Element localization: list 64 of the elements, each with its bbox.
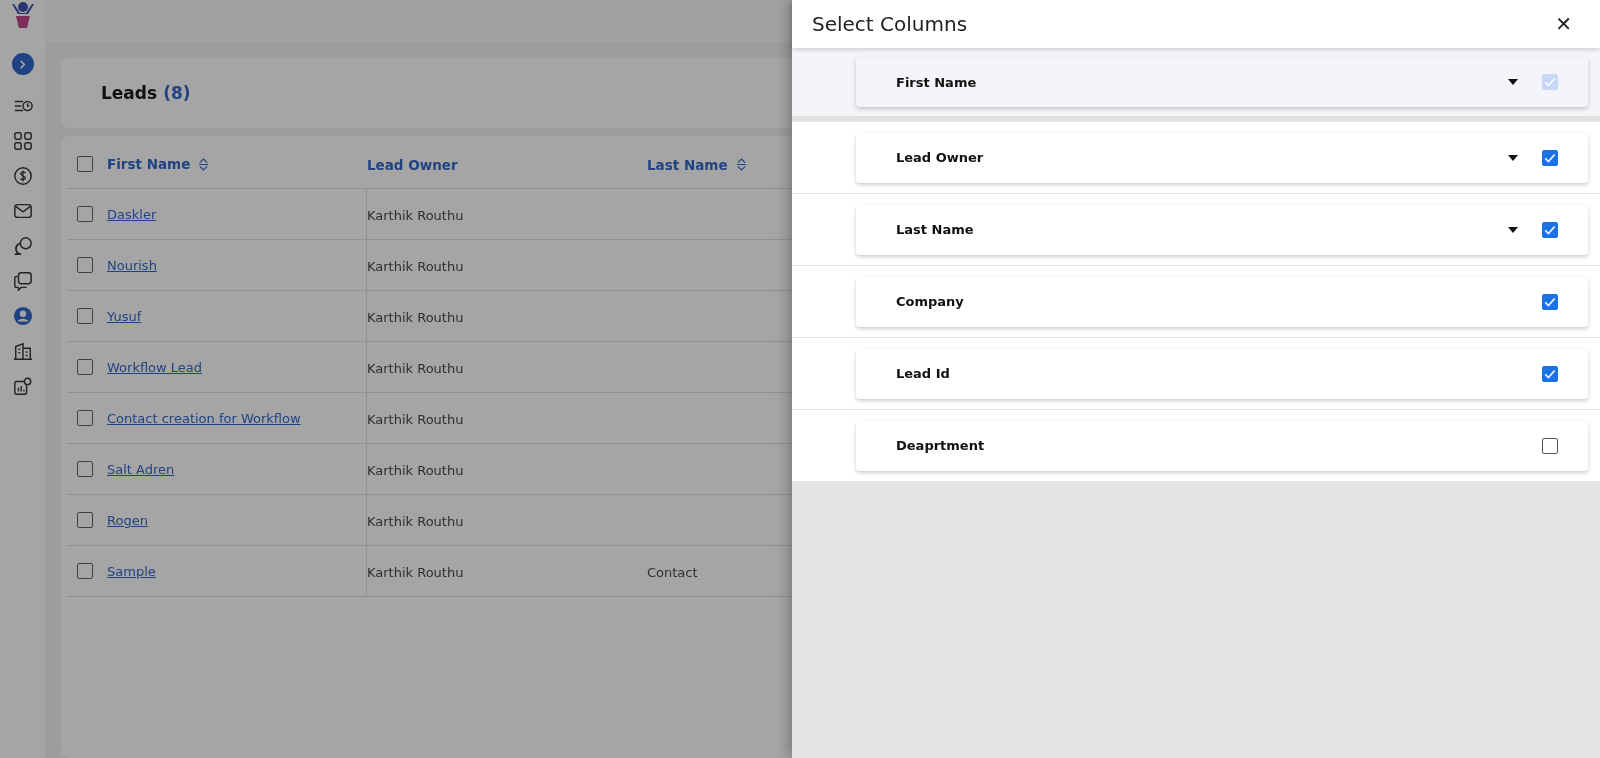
- leads-count: (8): [163, 83, 191, 103]
- lead-name-link[interactable]: Sample: [107, 563, 156, 579]
- column-label: First Name: [896, 74, 978, 90]
- table-cell: Contact: [647, 564, 698, 580]
- checkbox[interactable]: [77, 257, 93, 273]
- lead-name-link[interactable]: Contact creation for Workflow: [107, 410, 301, 426]
- checkbox[interactable]: [77, 410, 93, 426]
- column-header[interactable]: Lead Owner: [367, 156, 458, 173]
- column-label: Last Name: [896, 222, 975, 237]
- checkbox[interactable]: [77, 461, 93, 477]
- checkbox[interactable]: [77, 359, 93, 375]
- drawer-title: Select Columns: [812, 12, 968, 36]
- checkbox[interactable]: [77, 308, 93, 324]
- checkbox[interactable]: [1542, 437, 1558, 454]
- column-label: Deaprtment: [896, 438, 986, 453]
- lead-name-link[interactable]: Workflow Lead: [107, 359, 203, 375]
- column-card[interactable]: Lead Id: [856, 348, 1588, 399]
- table-cell: Karthik Routhu: [367, 207, 464, 223]
- table-cell: Karthik Routhu: [367, 513, 464, 529]
- column-card[interactable]: Last Name: [856, 204, 1588, 255]
- user-icon[interactable]: [12, 306, 33, 326]
- grid-icon[interactable]: [12, 131, 33, 151]
- table-cell: Karthik Routhu: [367, 309, 464, 325]
- sort-icon[interactable]: [735, 158, 747, 171]
- lead-name-link[interactable]: Yusuf: [107, 308, 142, 324]
- table-cell: Karthik Routhu: [367, 462, 464, 478]
- envelope-icon[interactable]: [12, 201, 33, 221]
- checkbox[interactable]: [77, 156, 93, 172]
- column-label: Company: [896, 294, 965, 309]
- checkbox[interactable]: [77, 563, 93, 579]
- lead-name-link[interactable]: Rogen: [107, 512, 148, 528]
- lead-name-link[interactable]: Daskler: [107, 206, 157, 222]
- sort-icon[interactable]: [198, 157, 210, 171]
- chevron-icon: [18, 59, 27, 69]
- chart-gear-icon[interactable]: [12, 376, 33, 396]
- column-card[interactable]: Deaprtment: [856, 420, 1588, 471]
- table-cell: Karthik Routhu: [367, 258, 464, 274]
- leads-title: Leads: [101, 83, 158, 103]
- column-label: Lead Id: [896, 366, 951, 381]
- message-icon[interactable]: [12, 271, 33, 291]
- checkbox[interactable]: [77, 512, 93, 528]
- column-card[interactable]: Company: [856, 276, 1588, 327]
- table-cell: Karthik Routhu: [367, 411, 464, 427]
- table-cell: Karthik Routhu: [367, 360, 464, 376]
- column-header[interactable]: Last Name: [647, 156, 747, 173]
- checkbox[interactable]: [77, 206, 93, 222]
- building-icon[interactable]: [12, 341, 33, 361]
- expand-button[interactable]: [11, 53, 34, 75]
- column-card[interactable]: Lead Owner: [856, 132, 1588, 183]
- table-cell: Karthik Routhu: [367, 564, 464, 580]
- checkbox[interactable]: [1542, 293, 1558, 310]
- lead-name-link[interactable]: Salt Adren: [107, 461, 175, 477]
- close-button[interactable]: ✕: [1551, 12, 1576, 36]
- dollar-icon[interactable]: [12, 166, 33, 186]
- checkbox[interactable]: [1542, 221, 1558, 238]
- checkbox[interactable]: [1542, 365, 1558, 382]
- column-header[interactable]: First Name: [107, 156, 210, 172]
- checkbox[interactable]: [1542, 149, 1558, 166]
- logo-icon[interactable]: [9, 0, 36, 30]
- chat-bubbles-icon[interactable]: [12, 236, 33, 256]
- caret-icon[interactable]: [1508, 226, 1518, 233]
- caret-icon[interactable]: [1508, 154, 1518, 161]
- lead-name-link[interactable]: Nourish: [107, 257, 157, 273]
- column-label: Lead Owner: [896, 150, 985, 165]
